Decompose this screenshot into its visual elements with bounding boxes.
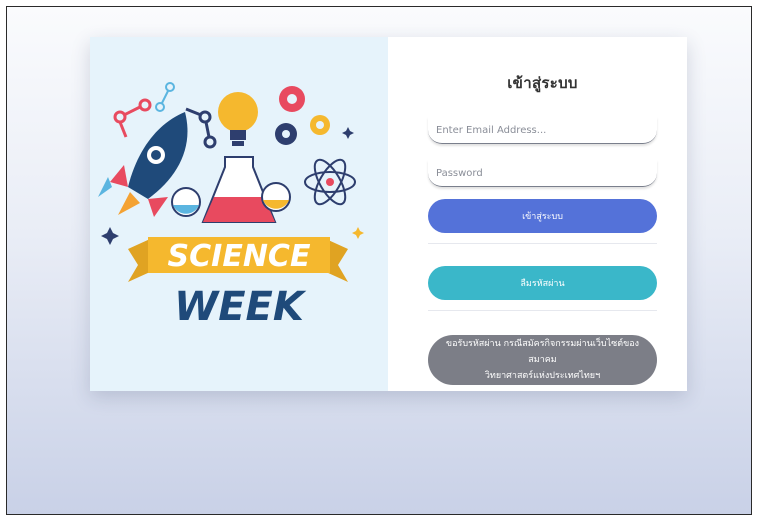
gear-icon	[275, 86, 330, 145]
password-field[interactable]: Password	[428, 160, 657, 187]
request-button-line1: ขอรับรหัสผ่าน กรณีสมัครกิจกรรมผ่านเว็บไซ…	[445, 339, 640, 365]
science-week-banner: SCIENCE WEEK	[90, 37, 388, 391]
login-card: SCIENCE WEEK เข้าสู่ระบบ Enter Email Add…	[90, 37, 687, 391]
request-button-line2: วิทยาศาสตร์แห่งประเทศไทยฯ	[484, 371, 601, 381]
molecule-icon	[113, 98, 152, 138]
banner-week-text: WEEK	[174, 284, 307, 330]
page-background: SCIENCE WEEK เข้าสู่ระบบ Enter Email Add…	[6, 6, 752, 515]
login-form: เข้าสู่ระบบ Enter Email Address... Passw…	[388, 37, 687, 391]
atom-icon	[304, 158, 356, 206]
login-title: เข้าสู่ระบบ	[507, 74, 578, 92]
banner-science-text: SCIENCE	[168, 239, 311, 274]
password-placeholder: Password	[436, 167, 483, 179]
email-placeholder: Enter Email Address...	[436, 124, 547, 136]
divider	[428, 310, 657, 311]
flask-icon	[171, 156, 291, 223]
science-illustration: SCIENCE WEEK	[98, 82, 364, 330]
email-field[interactable]: Enter Email Address...	[428, 117, 657, 144]
login-button[interactable]: เข้าสู่ระบบ	[428, 199, 657, 233]
forgot-password-button[interactable]: ลืมรหัสผ่าน	[428, 266, 657, 300]
request-password-button[interactable]: ขอรับรหัสผ่าน กรณีสมัครกิจกรรมผ่านเว็บไซ…	[428, 335, 657, 385]
lightbulb-icon	[218, 92, 258, 146]
divider	[428, 243, 657, 244]
